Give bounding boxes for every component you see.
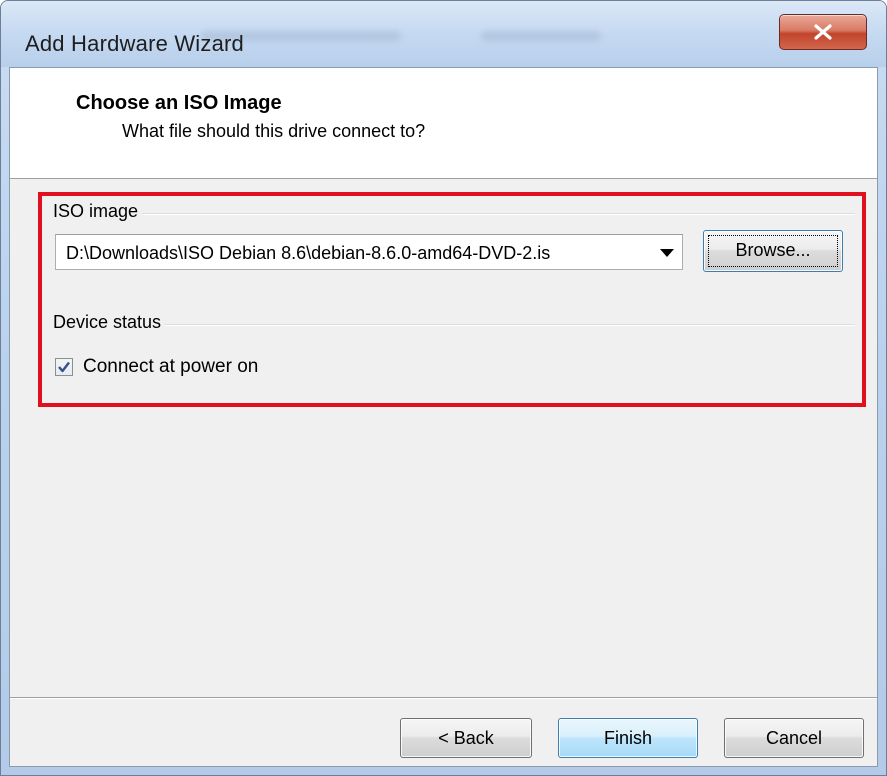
page-subtitle: What file should this drive connect to?: [122, 121, 426, 141]
add-hardware-wizard-window: Add Hardware Wizard Choose an ISO Image …: [0, 0, 887, 776]
cancel-button[interactable]: Cancel: [724, 718, 864, 758]
page-title: Choose an ISO Image: [76, 92, 282, 114]
back-button[interactable]: < Back: [400, 718, 532, 758]
highlight-annotation: [38, 192, 866, 407]
wizard-header: Choose an ISO Image What file should thi…: [10, 68, 877, 179]
finish-button[interactable]: Finish: [558, 718, 698, 758]
title-bar[interactable]: Add Hardware Wizard: [1, 1, 886, 67]
wizard-client-area: Choose an ISO Image What file should thi…: [9, 67, 878, 767]
finish-button-label: Finish: [603, 728, 652, 748]
back-button-label: < Back: [438, 728, 494, 748]
close-icon: [814, 24, 832, 40]
background-blur: [481, 31, 601, 41]
window-title: Add Hardware Wizard: [25, 31, 244, 56]
cancel-button-label: Cancel: [765, 728, 823, 748]
close-button[interactable]: [779, 14, 867, 50]
footer-divider: [10, 697, 877, 699]
